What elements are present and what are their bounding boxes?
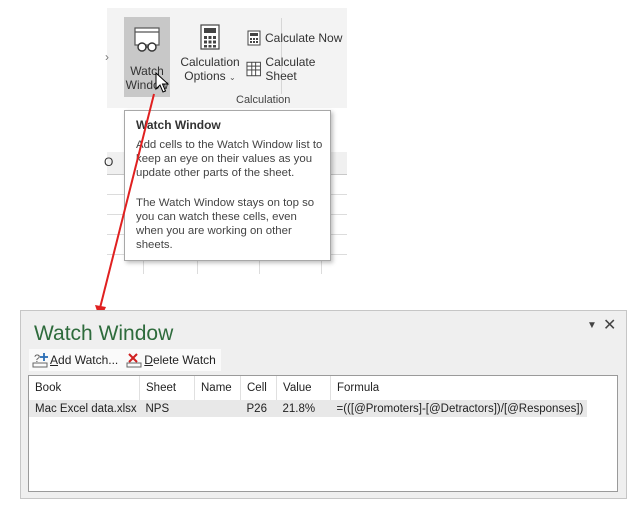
- column-header-value[interactable]: Value: [276, 376, 331, 401]
- pane-toolbar: ? Add Watch... Delete Watch: [29, 349, 221, 371]
- delete-watch-label: elete Watch: [152, 353, 216, 367]
- cell-sheet: NPS: [139, 400, 195, 417]
- ribbon-group-label: Calculation: [236, 94, 291, 106]
- column-header-formula[interactable]: Formula: [330, 376, 587, 401]
- delete-watch-button[interactable]: Delete Watch: [123, 349, 221, 371]
- watch-window-icon: [134, 27, 160, 52]
- pane-title: Watch Window: [34, 322, 174, 345]
- add-watch-label: dd Watch...: [58, 353, 119, 367]
- ribbon-edge-chevron-icon: ›: [105, 50, 109, 64]
- ribbon-calculation-group: › Watch Window Calculation Options ⌄ Cal…: [105, 8, 347, 108]
- tooltip-title: Watch Window: [136, 118, 221, 132]
- watch-window-pane[interactable]: Watch Window ▼ ✕ ? Add Watch... Delete W…: [20, 310, 627, 499]
- cell-formula: =(([@Promoters]-[@Detractors])/[@Respons…: [330, 400, 587, 417]
- calculation-options-label-line2: Options: [184, 69, 226, 83]
- calculation-options-label-line1: Calculation: [180, 55, 240, 69]
- close-icon[interactable]: ✕: [603, 315, 616, 335]
- column-header-label: O: [104, 155, 114, 169]
- calculator-icon: [247, 30, 261, 46]
- add-watch-accesskey: A: [50, 353, 59, 367]
- cell-book: Mac Excel data.xlsx: [29, 400, 140, 417]
- table-header-row: Book Sheet Name Cell Value Formula: [29, 376, 587, 401]
- watch-window-tooltip: Watch Window Add cells to the Watch Wind…: [124, 110, 331, 261]
- watch-list[interactable]: Book Sheet Name Cell Value Formula Mac E…: [28, 375, 618, 492]
- delete-watch-icon: [126, 353, 142, 368]
- chevron-down-icon: ⌄: [229, 73, 236, 82]
- tooltip-paragraph-2: The Watch Window stays on top so you can…: [136, 197, 315, 251]
- watch-table: Book Sheet Name Cell Value Formula Mac E…: [29, 376, 587, 417]
- delete-watch-accesskey: D: [144, 353, 153, 367]
- add-watch-icon: ?: [32, 353, 48, 368]
- column-header-sheet[interactable]: Sheet: [139, 376, 195, 401]
- add-watch-button[interactable]: ? Add Watch...: [29, 349, 123, 371]
- column-header-name[interactable]: Name: [194, 376, 241, 401]
- calculate-now-button[interactable]: Calculate Now: [247, 28, 342, 48]
- calculate-sheet-icon: [246, 61, 261, 77]
- calculate-sheet-button[interactable]: Calculate Sheet: [246, 55, 347, 83]
- pane-options-dropdown-icon[interactable]: ▼: [587, 320, 597, 331]
- column-header-cell[interactable]: Cell: [240, 376, 277, 401]
- calculation-options-button[interactable]: Calculation Options ⌄: [178, 22, 242, 94]
- calculate-now-label: Calculate Now: [265, 31, 343, 45]
- tooltip-paragraph-1: Add cells to the Watch Window list to ke…: [136, 139, 323, 179]
- mouse-cursor-icon: [155, 72, 169, 93]
- cell-cell: P26: [240, 400, 277, 417]
- cell-name: [194, 400, 241, 417]
- calculator-icon: [200, 24, 220, 50]
- table-row[interactable]: Mac Excel data.xlsx NPS P26 21.8% =(([@P…: [29, 400, 587, 417]
- calculate-sheet-label: Calculate Sheet: [265, 55, 316, 83]
- column-header-book[interactable]: Book: [29, 376, 140, 401]
- cell-value: 21.8%: [276, 400, 331, 417]
